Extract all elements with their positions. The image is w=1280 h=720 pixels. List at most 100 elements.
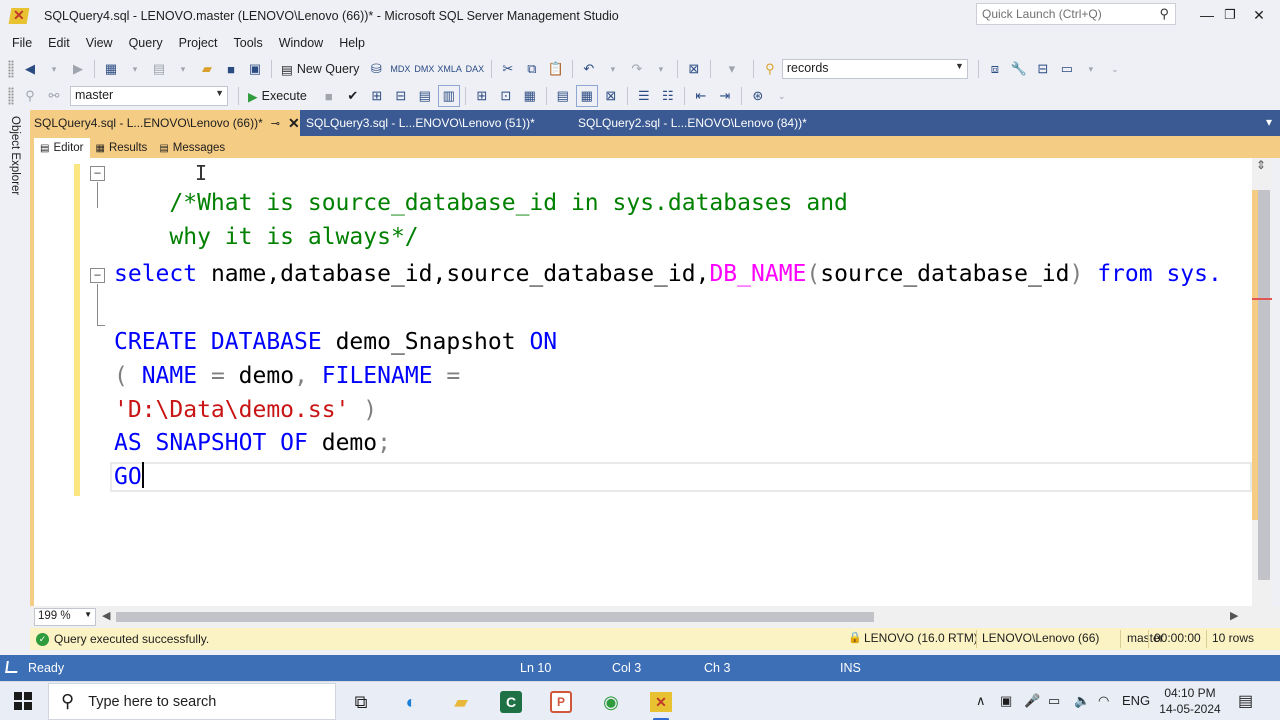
toolbar-overflow-icon[interactable]: ⌄ xyxy=(771,85,793,107)
file-explorer-icon[interactable]: ▰ xyxy=(444,686,478,718)
dax-query-icon[interactable]: DAX xyxy=(464,58,486,80)
registered-servers-icon[interactable]: ⧈ xyxy=(984,58,1006,80)
results-to-grid-toggle-icon[interactable]: ▥ xyxy=(437,85,460,107)
query-designer-icon[interactable]: ⊟ xyxy=(390,85,412,107)
save-icon[interactable]: ■ xyxy=(220,58,242,80)
new-project-icon[interactable]: ▦ xyxy=(100,58,122,80)
toolbar-grip[interactable] xyxy=(8,87,14,105)
include-actual-plan-icon[interactable]: ⊞ xyxy=(471,85,493,107)
dropdown-arrow-icon[interactable]: ▾ xyxy=(172,58,194,80)
sub-tab-editor[interactable]: ▤ Editor xyxy=(34,138,90,158)
wifi-icon[interactable]: ◠ xyxy=(1098,693,1109,709)
results-to-grid-icon[interactable]: ▦ xyxy=(575,85,598,107)
search-icon[interactable]: ⚲ xyxy=(1159,6,1169,22)
menu-project[interactable]: Project xyxy=(171,36,226,50)
windows-start-icon[interactable] xyxy=(14,692,32,710)
live-query-stats-icon[interactable]: ⊡ xyxy=(495,85,517,107)
tab-overflow-icon[interactable]: ▾ xyxy=(1266,115,1272,129)
client-statistics-icon[interactable]: ▦ xyxy=(519,85,541,107)
results-to-text-icon[interactable]: ▤ xyxy=(552,85,574,107)
display-estimated-plan-icon[interactable]: ⊞ xyxy=(366,85,388,107)
dropdown-arrow-icon[interactable]: ▾ xyxy=(43,58,65,80)
horizontal-scroll-thumb[interactable] xyxy=(116,612,874,622)
toolbar-overflow-icon[interactable]: ⌄ xyxy=(1104,58,1126,80)
menu-edit[interactable]: Edit xyxy=(40,36,78,50)
excel-icon[interactable]: C xyxy=(494,686,528,718)
toolbar-grip[interactable] xyxy=(8,60,14,78)
doc-tab-sqlquery3[interactable]: SQLQuery3.sql - L...ENOVO\Lenovo (51))* xyxy=(302,110,572,136)
quick-launch-input[interactable]: Quick Launch (Ctrl+Q) ⚲ xyxy=(976,3,1176,25)
scroll-right-icon[interactable]: ▶ xyxy=(1230,609,1238,622)
scroll-left-icon[interactable]: ◀ xyxy=(102,609,110,622)
paste-icon[interactable]: 📋 xyxy=(545,58,567,80)
find-in-files-icon[interactable]: ⚲ xyxy=(759,58,781,80)
open-file-icon[interactable]: ▰ xyxy=(196,58,218,80)
meet-now-icon[interactable]: ▣ xyxy=(1000,693,1012,709)
specify-template-values-icon[interactable]: ⊛ xyxy=(747,85,769,107)
find-combo[interactable]: records ▼ xyxy=(781,59,968,79)
ssms-app-icon[interactable]: ✕ xyxy=(8,6,32,26)
menu-help[interactable]: Help xyxy=(331,36,373,50)
close-tab-icon[interactable]: ✕ xyxy=(288,115,300,132)
new-query-button[interactable]: ▤ New Query xyxy=(277,58,363,80)
sub-tab-results[interactable]: ▦ Results xyxy=(90,138,154,158)
microphone-icon[interactable]: 🎤 xyxy=(1024,693,1040,709)
back-icon[interactable]: ◀ xyxy=(19,58,41,80)
change-connection-icon[interactable]: ⚯ xyxy=(43,85,65,107)
available-databases-combo[interactable]: master ▼ xyxy=(70,86,228,106)
results-to-file-icon[interactable]: ⊠ xyxy=(600,85,622,107)
connect-icon[interactable]: ⚲ xyxy=(19,85,41,107)
menu-view[interactable]: View xyxy=(78,36,121,50)
notifications-icon[interactable]: ▤ xyxy=(1238,691,1253,711)
copy-icon[interactable]: ⧉ xyxy=(521,58,543,80)
uncomment-icon[interactable]: ☷ xyxy=(657,85,679,107)
add-item-icon[interactable]: ▤ xyxy=(148,58,170,80)
comment-out-icon[interactable]: ☰ xyxy=(633,85,655,107)
language-indicator[interactable]: ENG xyxy=(1122,693,1150,708)
zoom-combo[interactable]: 199 % ▼ xyxy=(34,608,96,626)
forward-icon[interactable]: ▶ xyxy=(67,58,89,80)
show-hidden-icons-icon[interactable]: ∧ xyxy=(976,693,986,709)
xmla-query-icon[interactable]: XMLA xyxy=(437,58,462,80)
execute-button[interactable]: ▶ Execute xyxy=(244,85,311,107)
properties-icon[interactable]: 🔧 xyxy=(1008,58,1030,80)
dropdown-arrow-icon[interactable]: ▾ xyxy=(650,58,672,80)
solution-config-icon[interactable]: ▾ xyxy=(716,58,748,80)
cancel-query-icon[interactable]: ■ xyxy=(318,85,340,107)
dropdown-arrow-icon[interactable]: ▾ xyxy=(1080,58,1102,80)
undo-icon[interactable]: ↶ xyxy=(578,58,600,80)
increase-indent-icon[interactable]: ⇥ xyxy=(714,85,736,107)
doc-tab-sqlquery2[interactable]: SQLQuery2.sql - L...ENOVO\Lenovo (84))* xyxy=(574,110,844,136)
parse-icon[interactable]: ✔ xyxy=(342,85,364,107)
dropdown-arrow-icon[interactable]: ▾ xyxy=(602,58,624,80)
template-browser-icon[interactable]: ▭ xyxy=(1056,58,1078,80)
menu-window[interactable]: Window xyxy=(271,36,331,50)
sub-tab-messages[interactable]: ▤ Messages xyxy=(153,138,231,158)
doc-tab-sqlquery4[interactable]: SQLQuery4.sql - L...ENOVO\Lenovo (66))* … xyxy=(30,110,300,136)
chrome-icon[interactable]: ◉ xyxy=(594,686,628,718)
object-explorer-tab[interactable]: Object Explorer xyxy=(9,116,21,195)
split-editor-icon[interactable]: ⇕ xyxy=(1256,158,1266,172)
collapse-region-icon[interactable]: − xyxy=(90,268,105,283)
menu-query[interactable]: Query xyxy=(121,36,171,50)
editor-vertical-scrollbar[interactable]: ⇕ xyxy=(1252,158,1272,606)
ssms-icon[interactable]: ✕ xyxy=(644,686,678,720)
cut-icon[interactable]: ✂ xyxy=(497,58,519,80)
menu-tools[interactable]: Tools xyxy=(226,36,271,50)
decrease-indent-icon[interactable]: ⇤ xyxy=(690,85,712,107)
toolbox-icon[interactable]: ⊟ xyxy=(1032,58,1054,80)
volume-icon[interactable]: 🔈 xyxy=(1074,693,1090,709)
vertical-scroll-thumb[interactable] xyxy=(1258,190,1270,580)
query-editor[interactable]: − − /*What is source_database_id in sys.… xyxy=(30,158,1252,606)
redo-icon[interactable]: ↷ xyxy=(626,58,648,80)
powerpoint-icon[interactable]: P xyxy=(544,686,578,718)
mdx-query-icon[interactable]: MDX xyxy=(389,58,411,80)
battery-icon[interactable]: ▭ xyxy=(1048,693,1060,709)
editor-horizontal-scrollbar[interactable]: ◀ ▶ xyxy=(102,609,1242,622)
taskbar-search-box[interactable]: ⚲ Type here to search xyxy=(48,683,336,720)
edge-icon[interactable]: ◐ xyxy=(394,686,428,718)
intellisense-icon[interactable]: ▤ xyxy=(414,85,436,107)
taskbar-clock[interactable]: 04:10 PM 14-05-2024 xyxy=(1150,685,1230,717)
collapse-region-icon[interactable]: − xyxy=(90,166,105,181)
dropdown-arrow-icon[interactable]: ▾ xyxy=(124,58,146,80)
